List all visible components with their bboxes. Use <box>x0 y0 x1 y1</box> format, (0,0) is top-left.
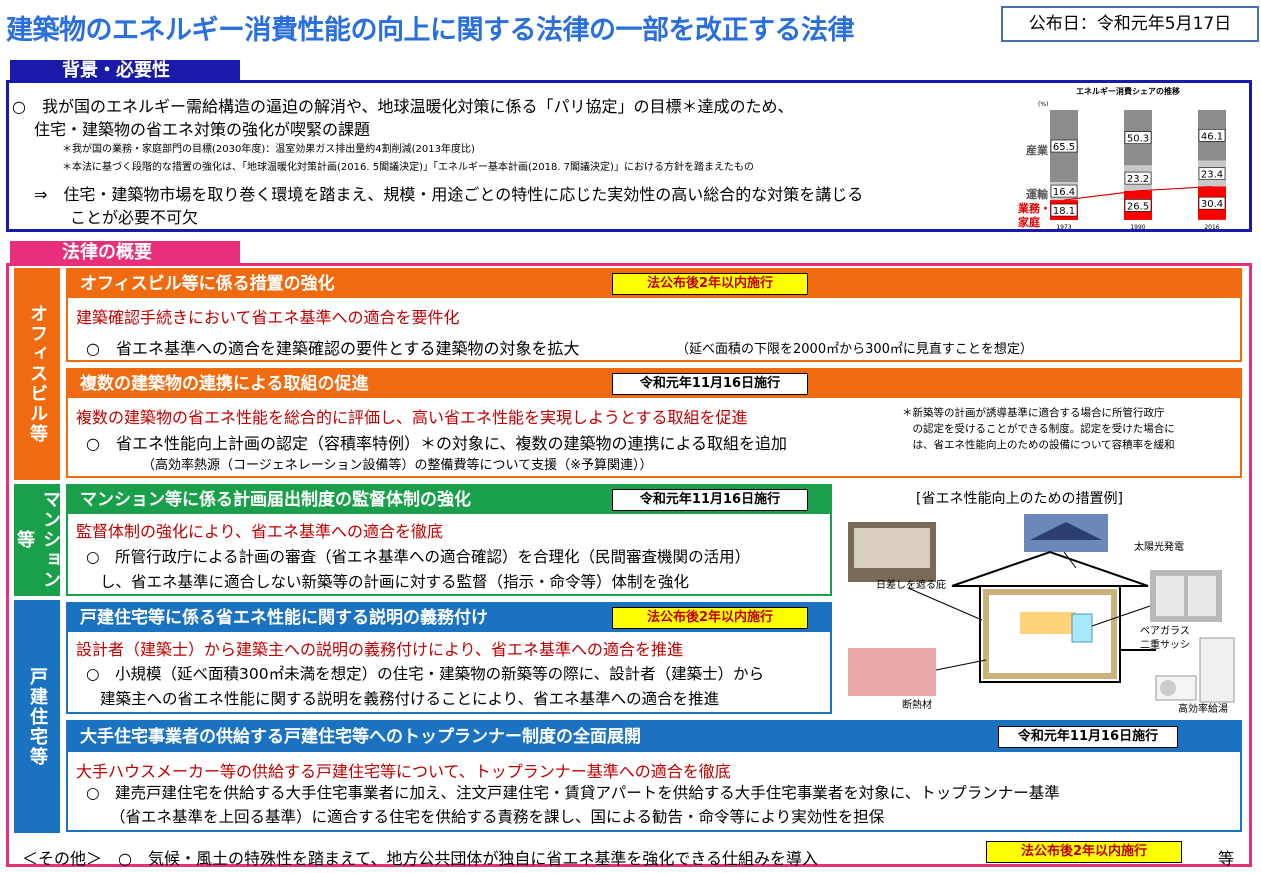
value-label: 65.5 <box>1053 142 1075 153</box>
value-label: 23.2 <box>1127 174 1149 185</box>
s2-note-3: は、省エネ性能向上のための設備について容積率を緩和 <box>902 439 1175 451</box>
label-transport: 運輸 <box>1026 187 1049 201</box>
s4-item-1: ○ 小規模（延べ面積300㎡未満を想定）の住宅・建築物の新築等の際に、設計者（建… <box>86 665 765 683</box>
section-title: 戸建住宅等に係る省エネ性能に関する説明の義務付け <box>80 608 488 628</box>
page-title: 建築物のエネルギー消費性能の向上に関する法律の一部を改正する法律 <box>6 15 855 46</box>
s4-lead: 設計者（建築士）から建築主への説明の義務付けにより、省エネ基準への適合を推進 <box>76 640 684 659</box>
s5-item-1: ○ 建売戸建住宅を供給する大手住宅事業者に加え、注文戸建住宅・賃貸アパートを供給… <box>86 784 1060 802</box>
s2-sub: （高効率熱源（コージェネレーション設備等）の整備費等について支援（※予算関連）） <box>142 458 653 473</box>
label-solar: 太陽光発電 <box>1134 540 1184 553</box>
law-overview-tab: 法律の概要 <box>10 241 240 265</box>
label-insulation: 断熱材 <box>902 698 932 711</box>
background-line-1: ○ 我が国のエネルギー需給構造の逼迫の解消や、地球温暖化対策に係る「パリ協定」の… <box>12 97 794 116</box>
s1-lead: 建築確認手続きにおいて省エネ基準への適合を要件化 <box>76 308 460 327</box>
section-title: マンション等に係る計画届出制度の監督体制の強化 <box>80 490 471 510</box>
eaves-photo-detail <box>854 528 930 568</box>
s4-item-2: 建築主への省エネ性能に関する説明を義務付けることにより、省エネ基準への適合を推進 <box>100 690 720 708</box>
chart-title: エネルギー消費シェアの推移 <box>1076 86 1180 96</box>
s5-item-2: （省エネ基準を上回る基準）に適合する住宅を供給する責務を課し、国による勧告・命令… <box>110 808 885 826</box>
category-label: 1973 <box>1056 224 1071 231</box>
label-pair-glass: ペアガラス <box>1140 625 1190 637</box>
s1-item: ○ 省エネ基準への適合を建築確認の要件とする建築物の対象を拡大 <box>86 339 580 358</box>
background-note-1: ＊我が国の業務・家庭部門の目標(2030年度)：温室効果ガス排出量約4割削減(2… <box>62 144 475 155</box>
other-etc: 等 <box>1218 849 1235 868</box>
category-label: 1990 <box>1130 224 1145 231</box>
s2-note-2: の認定を受けることができる制度。認定を受けた場合に <box>902 423 1175 435</box>
house-roof <box>951 550 1149 587</box>
value-label: 46.1 <box>1201 131 1223 142</box>
background-tab: 背景・必要性 <box>10 60 240 82</box>
enforcement-badge: 令和元年11月16日施行 <box>612 489 808 511</box>
enforcement-badge: 令和元年11月16日施行 <box>612 373 808 395</box>
other-badge: 法公布後2年以内施行 <box>986 841 1182 863</box>
s3-lead: 監督体制の強化により、省エネ基準への適合を徹底 <box>76 522 444 541</box>
window-in-house <box>1071 613 1093 643</box>
label-eaves: 日差しを遮る庇 <box>876 578 946 591</box>
label-double-sash: 二重サッシ <box>1140 638 1190 651</box>
section-title: 大手住宅事業者の供給する戸建住宅等へのトップランナー制度の全面展開 <box>80 727 641 747</box>
house-illustration: 日差しを遮る庇 太陽光発電 ペアガラス 二重サッシ 断熱材 高効率給湯 <box>848 514 1235 715</box>
background-arrow-line-1: ⇒ 住宅・建築物市場を取り巻く環境を踏まえ、規模・用途ごとの特性に応じた実効性の… <box>34 185 864 204</box>
value-label: 50.3 <box>1127 134 1149 145</box>
window-pane-left <box>1156 576 1184 616</box>
category-label: 2016 <box>1204 224 1219 231</box>
s2-item: ○ 省エネ性能向上計画の認定（容積率特例）＊の対象に、複数の建築物の連携による取… <box>86 434 788 453</box>
energy-share-chart: エネルギー消費シェアの推移 (%) 65.5 16.4 18.1 1973 50.3 23… <box>1017 86 1226 231</box>
interior-light <box>1020 612 1076 634</box>
value-label: 26.5 <box>1127 201 1149 212</box>
publication-date-box: 公布日：令和元年5月17日 <box>1001 6 1259 42</box>
value-label: 30.4 <box>1201 199 1223 210</box>
chart-unit: (%) <box>1038 101 1048 108</box>
side-label-house: 戸建住宅等 <box>14 600 60 833</box>
fan-icon <box>1160 680 1176 696</box>
value-label: 16.4 <box>1053 187 1075 198</box>
enforcement-badge: 法公布後2年以内施行 <box>612 273 808 295</box>
label-water-heater: 高効率給湯 <box>1178 702 1228 715</box>
label-commercial: 業務・ <box>1017 201 1051 215</box>
side-label-mansion: マンション等 <box>14 484 61 596</box>
label-industry: 産業 <box>1026 143 1049 157</box>
s2-lead: 複数の建築物の省エネ性能を総合的に評価し、高い省エネ性能を実現しようとする取組を… <box>76 408 748 427</box>
s3-item-2: し、省エネ基準に適合しない新築等の計画に対する監督（指示・命令等）体制を強化 <box>100 573 690 591</box>
label-residential: 家庭 <box>1018 215 1040 229</box>
section-title: オフィスビル等に係る措置の強化 <box>80 274 335 294</box>
s2-note-1: ＊新築等の計画が誘導基準に適合する場合に所管行政庁 <box>902 407 1165 419</box>
insulation-photo <box>848 648 936 696</box>
water-heater-photo <box>1199 637 1235 703</box>
callout-eaves <box>907 587 983 621</box>
illustration-title: [省エネ性能向上のための措置例] <box>916 491 1123 507</box>
other-measure: ＜その他＞ ○ 気候・風土の特殊性を踏まえて、地方公共団体が独自に省エネ基準を強… <box>22 849 819 868</box>
background-note-2: ＊本法に基づく段階的な措置の強化は、「地球温暖化対策計画(2016. 5閣議決定… <box>62 162 754 173</box>
side-label-office: オフィスビル等 <box>14 268 60 480</box>
section-title: 複数の建築物の連携による取組の促進 <box>80 374 369 394</box>
enforcement-badge: 令和元年11月16日施行 <box>998 726 1178 748</box>
window-pane-right <box>1188 576 1216 616</box>
background-arrow-line-2: ことが必要不可欠 <box>70 208 199 227</box>
callout-insulation <box>935 659 987 671</box>
value-label: 18.1 <box>1053 206 1075 217</box>
s1-item-note: （延べ面積の下限を2000㎡から300㎡に見直すことを想定） <box>676 342 1033 357</box>
enforcement-badge: 法公布後2年以内施行 <box>612 607 808 629</box>
s5-lead: 大手ハウスメーカー等の供給する戸建住宅等について、トップランナー基準への適合を徹… <box>76 762 731 781</box>
s3-item-1: ○ 所管行政庁による計画の審査（省エネ基準への適合確認）を合理化（民間審査機関の… <box>86 548 751 566</box>
value-label: 23.4 <box>1201 170 1223 181</box>
background-line-2: 住宅・建築物の省エネ対策の強化が喫緊の課題 <box>34 120 371 139</box>
